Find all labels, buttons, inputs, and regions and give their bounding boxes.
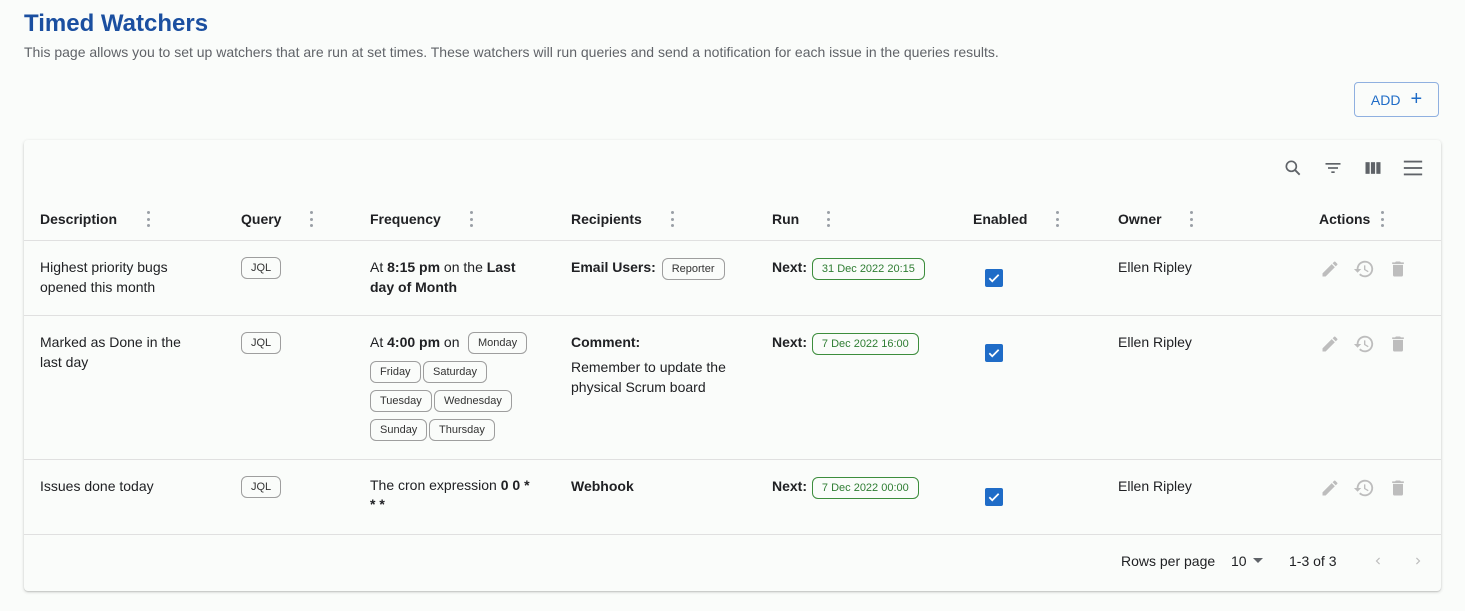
column-header-frequency[interactable]: Frequency — [370, 211, 441, 227]
edit-icon[interactable] — [1319, 258, 1341, 280]
columns-icon[interactable] — [1361, 156, 1385, 180]
column-header-description[interactable]: Description — [40, 211, 117, 227]
day-chip: Tuesday — [370, 390, 432, 412]
add-button[interactable]: ADD + — [1354, 82, 1439, 117]
column-header-recipients[interactable]: Recipients — [571, 211, 642, 227]
enabled-checkbox[interactable] — [985, 269, 1003, 287]
divider — [24, 534, 1441, 535]
day-chip: Monday — [468, 332, 528, 354]
recipient-chip: Reporter — [661, 258, 725, 280]
recipients-cell: Webhook — [571, 478, 634, 494]
recipients-cell: Comment: Remember to update the physical… — [571, 334, 726, 395]
search-icon[interactable] — [1281, 156, 1305, 180]
delete-icon[interactable] — [1387, 333, 1409, 355]
check-icon — [988, 274, 1000, 283]
column-menu-icon[interactable] — [470, 211, 474, 227]
run-cell: Next: 7 Dec 2022 16:00 — [772, 332, 919, 355]
watchers-table-card — [24, 140, 1441, 591]
frequency-cell: The cron expression 0 0 * * * — [370, 477, 530, 512]
page-description: This page allows you to set up watchers … — [24, 44, 999, 60]
owner-cell: Ellen Ripley — [1118, 478, 1192, 494]
query-chip[interactable]: JQL — [241, 332, 282, 354]
edit-icon[interactable] — [1319, 333, 1341, 355]
rows-per-page-select[interactable]: 10 — [1231, 553, 1263, 569]
chevron-right-icon[interactable] — [1408, 551, 1428, 571]
history-icon[interactable] — [1353, 258, 1375, 280]
query-chip[interactable]: JQL — [241, 476, 282, 498]
enabled-checkbox[interactable] — [985, 488, 1003, 506]
day-chip: Thursday — [429, 419, 495, 441]
owner-cell: Ellen Ripley — [1118, 259, 1192, 275]
frequency-cell: At 4:00 pm on — [370, 334, 460, 350]
column-header-owner[interactable]: Owner — [1118, 211, 1162, 227]
query-chip[interactable]: JQL — [241, 257, 282, 279]
column-menu-icon[interactable] — [671, 211, 675, 227]
chevron-left-icon[interactable] — [1368, 551, 1388, 571]
check-icon — [988, 349, 1000, 358]
column-menu-icon[interactable] — [1381, 211, 1385, 227]
add-button-label: ADD — [1370, 91, 1401, 108]
rows-per-page-label: Rows per page — [1121, 553, 1216, 569]
enabled-checkbox[interactable] — [985, 344, 1003, 362]
next-run-chip: 7 Dec 2022 16:00 — [811, 333, 919, 355]
plus-icon: + — [1410, 87, 1423, 110]
column-menu-icon[interactable] — [827, 211, 831, 227]
page: Timed Watchers This page allows you to s… — [0, 0, 1465, 611]
column-menu-icon[interactable] — [310, 211, 314, 227]
frequency-cell: At 8:15 pm on the Last day of Month — [370, 259, 516, 295]
column-header-enabled[interactable]: Enabled — [973, 211, 1027, 227]
description-cell: Marked as Done in the last day — [40, 334, 181, 370]
density-icon[interactable] — [1401, 156, 1425, 180]
description-cell: Highest priority bugs opened this month — [40, 259, 168, 295]
run-cell: Next: 7 Dec 2022 00:00 — [772, 476, 919, 499]
history-icon[interactable] — [1353, 333, 1375, 355]
next-run-chip: 7 Dec 2022 00:00 — [811, 477, 919, 499]
check-icon — [988, 493, 1000, 502]
delete-icon[interactable] — [1387, 477, 1409, 499]
day-chip: Sunday — [370, 419, 428, 441]
edit-icon[interactable] — [1319, 477, 1341, 499]
column-header-run[interactable]: Run — [772, 211, 799, 227]
pagination-range: 1-3 of 3 — [1289, 553, 1337, 569]
run-cell: Next: 31 Dec 2022 20:15 — [772, 257, 925, 280]
day-chip: Wednesday — [434, 390, 512, 412]
day-chip: Saturday — [423, 361, 488, 383]
owner-cell: Ellen Ripley — [1118, 334, 1192, 350]
divider — [24, 240, 1441, 241]
column-menu-icon[interactable] — [1056, 211, 1060, 227]
dropdown-arrow-icon — [1252, 558, 1263, 563]
description-cell: Issues done today — [40, 478, 154, 494]
recipients-cell: Email Users: Reporter — [571, 257, 725, 280]
divider — [24, 315, 1441, 316]
column-menu-icon[interactable] — [1190, 211, 1194, 227]
filter-icon[interactable] — [1321, 156, 1345, 180]
column-menu-icon[interactable] — [147, 211, 151, 227]
delete-icon[interactable] — [1387, 258, 1409, 280]
page-title: Timed Watchers — [24, 10, 209, 37]
history-icon[interactable] — [1353, 477, 1375, 499]
column-header-query[interactable]: Query — [241, 211, 281, 227]
column-header-actions[interactable]: Actions — [1319, 211, 1370, 227]
next-run-chip: 31 Dec 2022 20:15 — [811, 258, 925, 280]
day-chip: Friday — [370, 361, 421, 383]
divider — [24, 459, 1441, 460]
